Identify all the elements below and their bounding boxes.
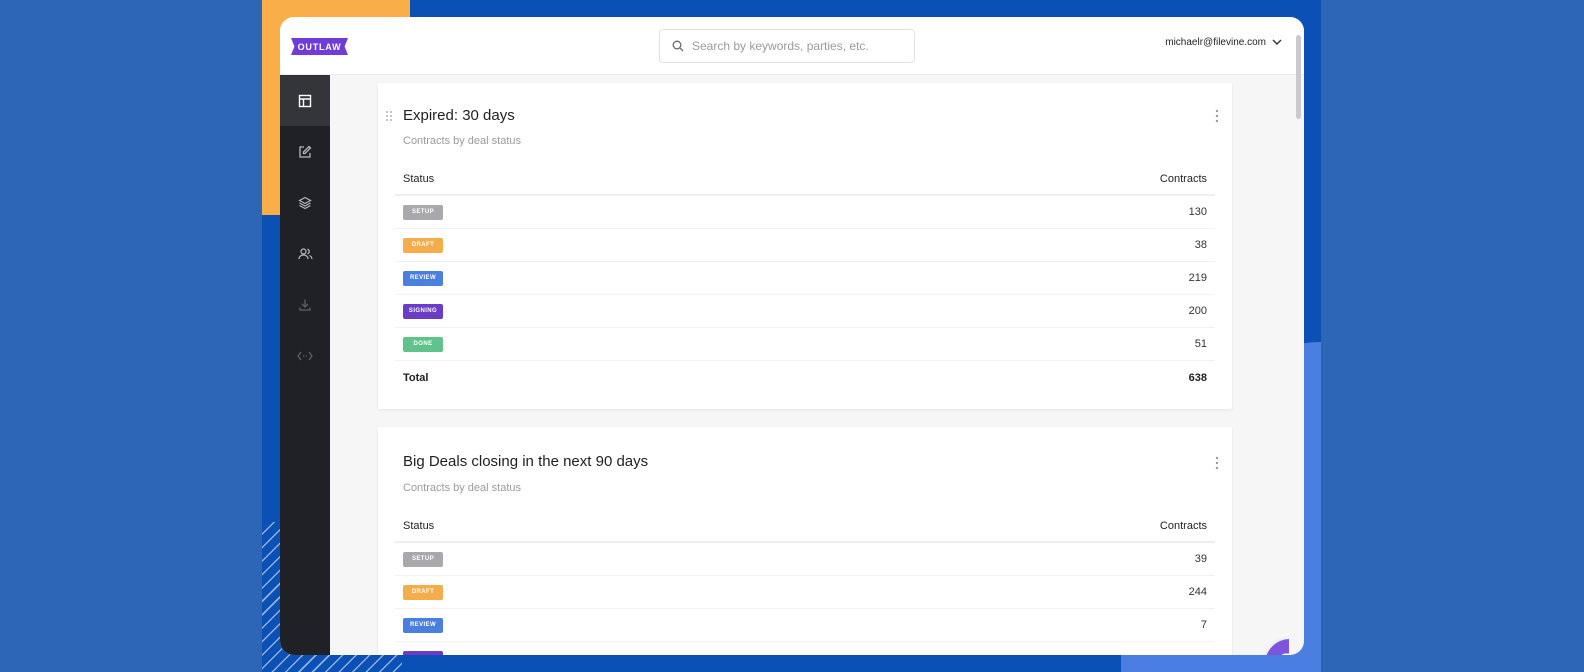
- download-icon: [299, 299, 311, 311]
- table-total-row: Total 638: [395, 361, 1215, 394]
- drag-handle-icon[interactable]: [386, 111, 392, 121]
- contract-count: 39: [1194, 553, 1207, 565]
- status-badge-signing: [403, 650, 443, 655]
- status-badge-review: REVIEW: [403, 617, 443, 633]
- chat-icon: [1281, 653, 1289, 655]
- app-window: OUTLAW michaelr@filevine.com: [280, 17, 1304, 655]
- sidebar-item-templates[interactable]: [280, 177, 330, 228]
- column-header-status: Status: [403, 519, 435, 532]
- status-badge-review: REVIEW: [403, 270, 443, 286]
- status-table: Status Contracts SETUP 130 DRAFT 38 REVI…: [395, 163, 1215, 394]
- table-row[interactable]: [395, 642, 1215, 655]
- total-count: 638: [1188, 371, 1207, 384]
- status-badge-setup: SETUP: [403, 204, 443, 220]
- user-menu[interactable]: michaelr@filevine.com: [1165, 37, 1282, 48]
- contract-count: 38: [1194, 239, 1207, 251]
- table-row[interactable]: DRAFT 244: [395, 576, 1215, 609]
- search-box[interactable]: [659, 29, 915, 63]
- total-label: Total: [403, 371, 429, 384]
- sidebar: [280, 75, 330, 655]
- dashboard-content: Expired: 30 days Contracts by deal statu…: [330, 75, 1289, 655]
- dashboard-icon: [298, 94, 312, 107]
- table-row[interactable]: DRAFT 38: [395, 229, 1215, 262]
- status-badge-done: DONE: [403, 336, 443, 352]
- contract-count: 200: [1188, 305, 1207, 317]
- card-title: Big Deals closing in the next 90 days: [403, 453, 649, 470]
- contract-count: 219: [1188, 272, 1207, 284]
- card-subtitle: Contracts by deal status: [403, 135, 522, 147]
- sidebar-item-downloads[interactable]: [280, 279, 330, 330]
- status-badge-setup: SETUP: [403, 551, 443, 567]
- status-table: Status Contracts SETUP 39 DRAFT 244 REVI…: [395, 510, 1215, 655]
- table-row[interactable]: SIGNING 200: [395, 295, 1215, 328]
- contract-count: 130: [1188, 206, 1207, 218]
- scrollbar[interactable]: [1296, 35, 1301, 119]
- chat-launcher-button[interactable]: [1265, 639, 1289, 655]
- search-icon: [672, 40, 684, 52]
- table-row[interactable]: SETUP 39: [395, 543, 1215, 576]
- edit-icon: [299, 145, 312, 158]
- table-row[interactable]: SETUP 130: [395, 196, 1215, 229]
- column-header-status: Status: [403, 172, 435, 185]
- contract-count: 51: [1194, 338, 1207, 350]
- column-header-contracts: Contracts: [1159, 519, 1207, 532]
- more-menu-icon[interactable]: [1215, 109, 1219, 123]
- sidebar-item-contacts[interactable]: [280, 228, 330, 279]
- outlaw-logo[interactable]: OUTLAW: [291, 38, 348, 55]
- contract-count: 244: [1188, 586, 1207, 598]
- card-subtitle: Contracts by deal status: [403, 482, 522, 494]
- table-row[interactable]: REVIEW 7: [395, 609, 1215, 642]
- report-card: Expired: 30 days Contracts by deal statu…: [378, 83, 1232, 409]
- report-card: Big Deals closing in the next 90 days Co…: [378, 427, 1232, 655]
- chevron-down-icon: [1272, 39, 1282, 45]
- code-icon: [297, 351, 313, 360]
- contract-count: 7: [1200, 619, 1207, 631]
- layers-icon: [298, 196, 312, 209]
- sidebar-item-dashboard[interactable]: [280, 75, 330, 126]
- table-row[interactable]: REVIEW 219: [395, 262, 1215, 295]
- status-badge-draft: DRAFT: [403, 584, 443, 600]
- sidebar-item-api[interactable]: [280, 330, 330, 381]
- more-menu-icon[interactable]: [1215, 456, 1219, 470]
- user-email: michaelr@filevine.com: [1165, 37, 1266, 48]
- search-input[interactable]: [692, 39, 892, 53]
- status-badge-signing: SIGNING: [403, 303, 443, 319]
- sidebar-item-contracts[interactable]: [280, 126, 330, 177]
- users-icon: [297, 247, 312, 259]
- table-header: Status Contracts: [395, 163, 1215, 196]
- column-header-contracts: Contracts: [1159, 172, 1207, 185]
- top-bar: OUTLAW michaelr@filevine.com: [280, 17, 1304, 75]
- status-badge-draft: DRAFT: [403, 237, 443, 253]
- table-row[interactable]: DONE 51: [395, 328, 1215, 361]
- card-title: Expired: 30 days: [403, 107, 515, 124]
- table-header: Status Contracts: [395, 510, 1215, 543]
